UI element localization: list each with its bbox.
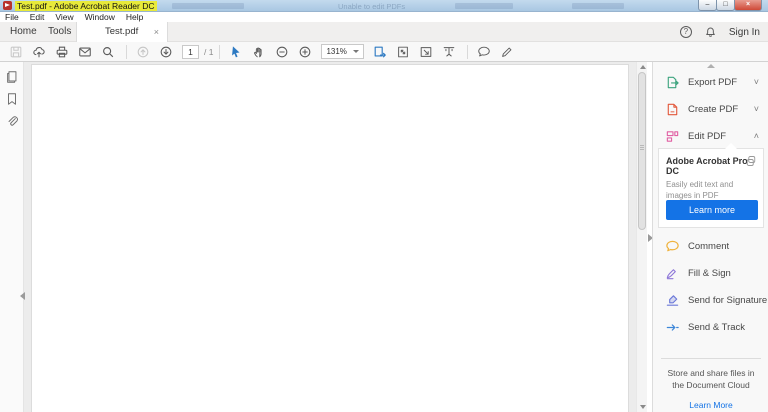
scroll-up-icon[interactable] bbox=[637, 62, 648, 72]
copy-pages-icon bbox=[745, 155, 757, 167]
zoom-level-dropdown[interactable]: 131% bbox=[321, 44, 363, 59]
menu-file[interactable]: File bbox=[5, 12, 19, 22]
hand-tool-icon[interactable] bbox=[252, 45, 266, 59]
chevron-down-icon[interactable]: ˅ bbox=[754, 77, 759, 87]
promo-title: Adobe Acrobat Pro DC bbox=[666, 156, 756, 176]
chevron-up-icon[interactable]: ˄ bbox=[754, 131, 759, 141]
ghost-tab-text: Unable to edit PDFs bbox=[338, 2, 405, 11]
close-button[interactable]: × bbox=[734, 0, 762, 11]
page-number-input[interactable] bbox=[182, 45, 199, 59]
print-icon[interactable] bbox=[55, 45, 69, 59]
save-icon[interactable] bbox=[9, 45, 23, 59]
main-toolbar: / 1 131% bbox=[0, 42, 768, 62]
send-for-signature-icon bbox=[665, 293, 680, 308]
tools-panel: Export PDF ˅ Create PDF ˅ Edit PDF ˄ Ado… bbox=[652, 62, 768, 412]
tab-home[interactable]: Home bbox=[10, 22, 37, 42]
chevron-down-icon[interactable]: ˅ bbox=[754, 104, 759, 114]
tab-close-icon[interactable]: × bbox=[154, 22, 159, 42]
email-icon[interactable] bbox=[78, 45, 92, 59]
notification-bell-icon[interactable] bbox=[704, 26, 717, 39]
adobe-reader-app-icon bbox=[3, 1, 12, 10]
edit-pdf-icon bbox=[665, 129, 680, 144]
comment-icon bbox=[665, 239, 680, 254]
acrobat-reader-window: Test.pdf - Adobe Acrobat Reader DC Unabl… bbox=[0, 0, 768, 412]
document-cloud-footer: Store and share files in the Document Cl… bbox=[661, 358, 761, 412]
chevron-down-icon bbox=[353, 50, 359, 53]
menu-edit[interactable]: Edit bbox=[30, 12, 45, 22]
comment-bubble-icon[interactable] bbox=[477, 45, 491, 59]
sign-in-button[interactable]: Sign In bbox=[729, 27, 760, 38]
menu-view[interactable]: View bbox=[55, 12, 73, 22]
tool-fill-and-sign[interactable]: Fill & Sign bbox=[653, 261, 768, 285]
menu-help[interactable]: Help bbox=[126, 12, 143, 22]
minimize-button[interactable]: – bbox=[698, 0, 717, 11]
ghost-artifact bbox=[572, 3, 624, 9]
tool-edit-pdf[interactable]: Edit PDF ˄ bbox=[653, 124, 768, 148]
window-title: Test.pdf - Adobe Acrobat Reader DC bbox=[15, 1, 157, 11]
vertical-scrollbar[interactable] bbox=[636, 62, 647, 412]
help-icon[interactable]: ? bbox=[680, 26, 692, 38]
next-page-icon[interactable] bbox=[159, 45, 173, 59]
page-total-label: / 1 bbox=[204, 47, 213, 57]
fullscreen-icon[interactable] bbox=[419, 45, 433, 59]
menu-window[interactable]: Window bbox=[85, 12, 115, 22]
tab-bar: Home Tools Test.pdf × ? Sign In bbox=[0, 22, 768, 42]
page-thumbnails-icon[interactable] bbox=[5, 70, 19, 84]
export-pdf-icon bbox=[665, 75, 680, 90]
create-pdf-icon bbox=[665, 102, 680, 117]
maximize-button[interactable]: □ bbox=[716, 0, 735, 11]
footer-text: Store and share files in the Document Cl… bbox=[661, 368, 761, 392]
previous-page-icon[interactable] bbox=[136, 45, 150, 59]
ghost-artifact bbox=[172, 3, 244, 9]
left-navigation-rail bbox=[0, 62, 24, 412]
tool-send-and-track[interactable]: Send & Track bbox=[653, 315, 768, 339]
document-tab-label: Test.pdf bbox=[105, 22, 138, 42]
menu-bar: File Edit View Window Help bbox=[0, 12, 768, 22]
zoom-level-value: 131% bbox=[326, 47, 346, 56]
tool-comment[interactable]: Comment bbox=[653, 234, 768, 258]
fill-sign-pen-icon bbox=[665, 266, 680, 281]
title-bar: Test.pdf - Adobe Acrobat Reader DC Unabl… bbox=[0, 0, 768, 12]
send-track-arrow-icon bbox=[665, 320, 680, 335]
acrobat-pro-promo-card: Adobe Acrobat Pro DC Easily edit text an… bbox=[658, 148, 764, 228]
document-viewer bbox=[24, 62, 636, 412]
reading-mode-icon[interactable] bbox=[442, 45, 456, 59]
pencil-icon[interactable] bbox=[500, 45, 514, 59]
select-tool-icon[interactable] bbox=[229, 45, 243, 59]
window-controls: – □ × bbox=[699, 0, 762, 11]
tool-send-for-signature[interactable]: Send for Signature bbox=[653, 288, 768, 312]
footer-learn-more-link[interactable]: Learn More bbox=[689, 400, 732, 410]
learn-more-button[interactable]: Learn more bbox=[666, 200, 758, 220]
collapse-left-panel-icon[interactable] bbox=[20, 292, 25, 300]
pdf-page[interactable] bbox=[31, 64, 629, 412]
fit-page-icon[interactable] bbox=[396, 45, 410, 59]
zoom-in-icon[interactable] bbox=[298, 45, 312, 59]
tab-tools[interactable]: Tools bbox=[48, 22, 71, 42]
zoom-out-icon[interactable] bbox=[275, 45, 289, 59]
ghost-artifact bbox=[455, 3, 513, 9]
search-icon[interactable] bbox=[101, 45, 115, 59]
scroll-down-icon[interactable] bbox=[637, 402, 648, 412]
scrollbar-thumb[interactable] bbox=[638, 72, 646, 230]
fit-width-icon[interactable] bbox=[373, 45, 387, 59]
tool-export-pdf[interactable]: Export PDF ˅ bbox=[653, 70, 768, 94]
attachments-paperclip-icon[interactable] bbox=[5, 114, 19, 128]
tab-document[interactable]: Test.pdf × bbox=[76, 22, 168, 42]
share-upload-icon[interactable] bbox=[32, 45, 46, 59]
tool-create-pdf[interactable]: Create PDF ˅ bbox=[653, 97, 768, 121]
bookmarks-icon[interactable] bbox=[5, 92, 19, 106]
panel-scroll-up-icon[interactable] bbox=[707, 64, 715, 68]
